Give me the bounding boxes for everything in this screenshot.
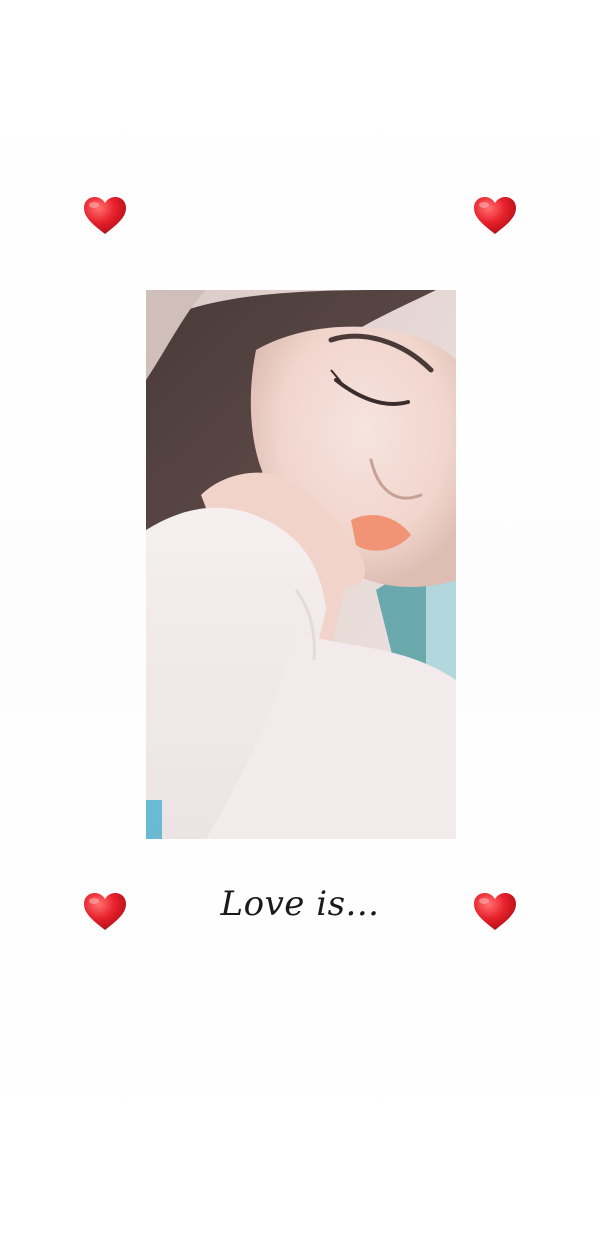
heart-icon (472, 196, 518, 236)
heart-icon (82, 196, 128, 236)
selfie-photo (146, 290, 456, 839)
story-canvas: Love is... (0, 0, 600, 1234)
caption-text: Love is... (220, 884, 380, 924)
